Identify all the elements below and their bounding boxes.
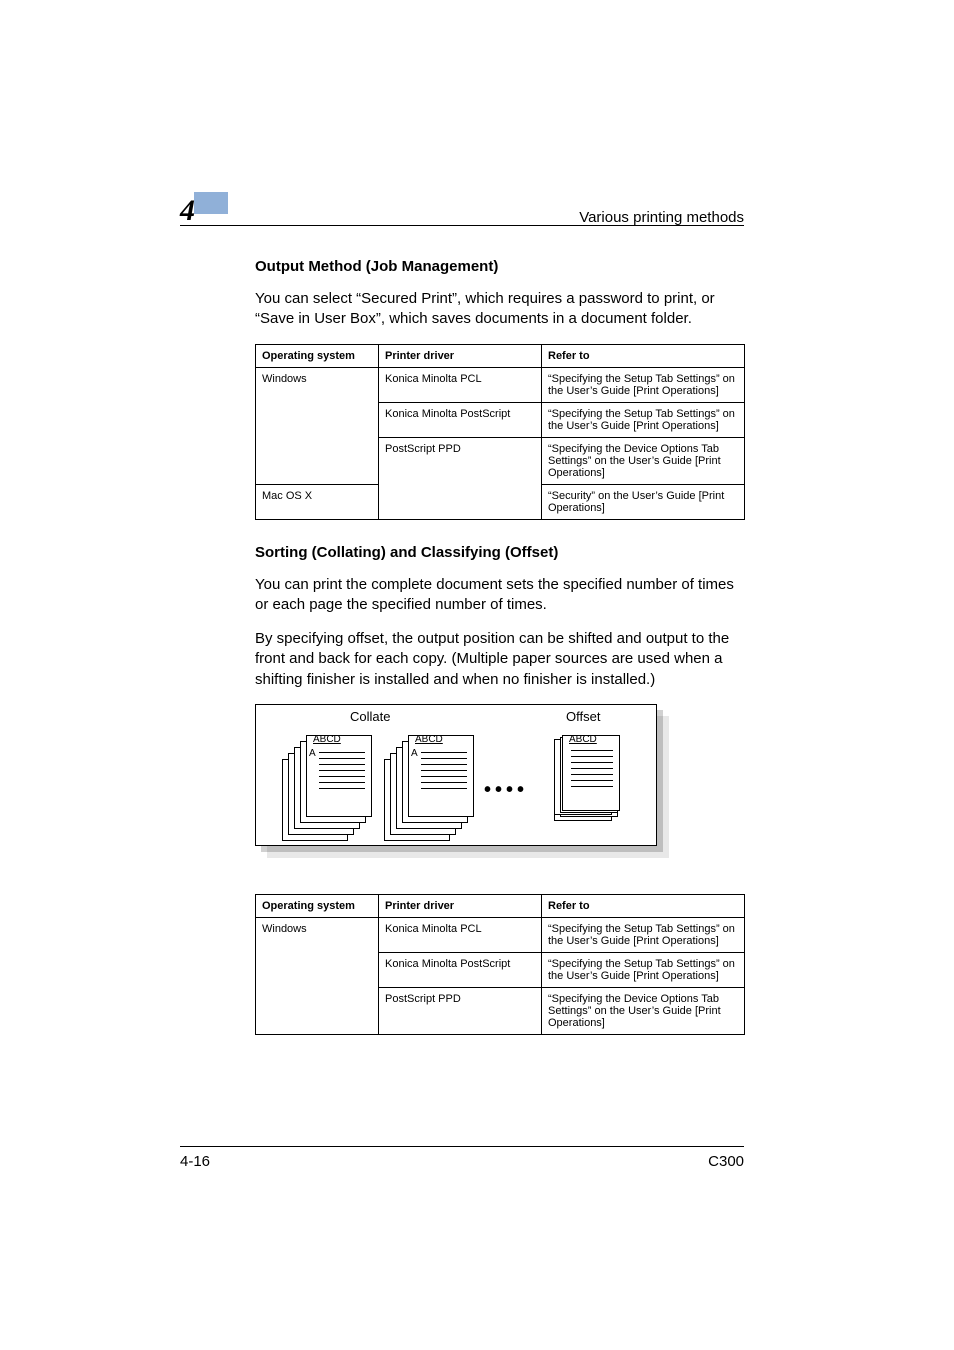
page-header: 4 Various printing methods (180, 196, 744, 226)
th-driver: Printer driver (379, 344, 542, 367)
figure-label-collate: Collate (350, 709, 390, 724)
page-content: Output Method (Job Management) You can s… (255, 258, 745, 1059)
section-title: Various printing methods (579, 209, 744, 226)
table-row: Windows Konica Minolta PCL “Specifying t… (256, 917, 745, 952)
page-footer: 4-16 C300 (180, 1146, 744, 1170)
footer-row: 4-16 C300 (180, 1153, 744, 1170)
sorting-table: Operating system Printer driver Refer to… (255, 894, 745, 1035)
page-sheet: ABCD A (306, 735, 372, 817)
sorting-para1: You can print the complete document sets… (255, 575, 745, 616)
table-header-row: Operating system Printer driver Refer to (256, 894, 745, 917)
sorting-heading: Sorting (Collating) and Classifying (Off… (255, 544, 745, 561)
page-sheet: ABCD A (408, 735, 474, 817)
side-label: A (309, 748, 316, 759)
figure-label-offset: Offset (566, 709, 600, 724)
ellipsis-icon: •••• (484, 779, 528, 802)
page-container: 4 Various printing methods Output Method… (0, 0, 954, 1350)
cell-driver: Konica Minolta PostScript (379, 402, 542, 437)
cell-refer: “Specifying the Setup Tab Settings” on t… (542, 952, 745, 987)
output-method-paragraph: You can select “Secured Print”, which re… (255, 289, 745, 330)
spacer (255, 854, 745, 894)
doc-title: ABCD (569, 734, 597, 745)
sorting-para2: By specifying offset, the output positio… (255, 629, 745, 690)
chapter-number: 4 (180, 196, 195, 226)
footer-divider (180, 1146, 744, 1147)
page-lines-icon (421, 752, 467, 794)
side-label: A (411, 748, 418, 759)
page-number: 4-16 (180, 1153, 210, 1170)
cell-driver: Konica Minolta PCL (379, 917, 542, 952)
collate-offset-figure: Collate Offset ABCD A (255, 704, 657, 846)
output-method-heading: Output Method (Job Management) (255, 258, 745, 275)
table-row: Windows Konica Minolta PCL “Specifying t… (256, 367, 745, 402)
doc-title: ABCD (415, 734, 443, 745)
cell-os: Windows (256, 917, 379, 1034)
doc-title: ABCD (313, 734, 341, 745)
page-lines-icon (571, 750, 613, 792)
cell-refer: “Specifying the Device Options Tab Setti… (542, 987, 745, 1034)
th-refer: Refer to (542, 894, 745, 917)
header-divider (180, 225, 744, 226)
cell-refer: “Specifying the Setup Tab Settings” on t… (542, 367, 745, 402)
cell-driver: Konica Minolta PostScript (379, 952, 542, 987)
cell-refer: “Specifying the Setup Tab Settings” on t… (542, 917, 745, 952)
th-os: Operating system (256, 344, 379, 367)
chapter-accent (194, 192, 228, 214)
th-driver: Printer driver (379, 894, 542, 917)
cell-driver: PostScript PPD (379, 987, 542, 1034)
offset-sheet: ABCD (562, 735, 620, 811)
output-method-table: Operating system Printer driver Refer to… (255, 344, 745, 520)
cell-driver: Konica Minolta PCL (379, 367, 542, 402)
th-os: Operating system (256, 894, 379, 917)
page-lines-icon (319, 752, 365, 794)
cell-refer: “Specifying the Device Options Tab Setti… (542, 437, 745, 484)
cell-driver: PostScript PPD (379, 437, 542, 519)
cell-os: Windows (256, 367, 379, 484)
th-refer: Refer to (542, 344, 745, 367)
cell-os: Mac OS X (256, 484, 379, 519)
cell-refer: “Specifying the Setup Tab Settings” on t… (542, 402, 745, 437)
model-name: C300 (708, 1153, 744, 1170)
chapter-number-badge: 4 (180, 196, 195, 226)
cell-refer: “Security” on the User’s Guide [Print Op… (542, 484, 745, 519)
table-header-row: Operating system Printer driver Refer to (256, 344, 745, 367)
